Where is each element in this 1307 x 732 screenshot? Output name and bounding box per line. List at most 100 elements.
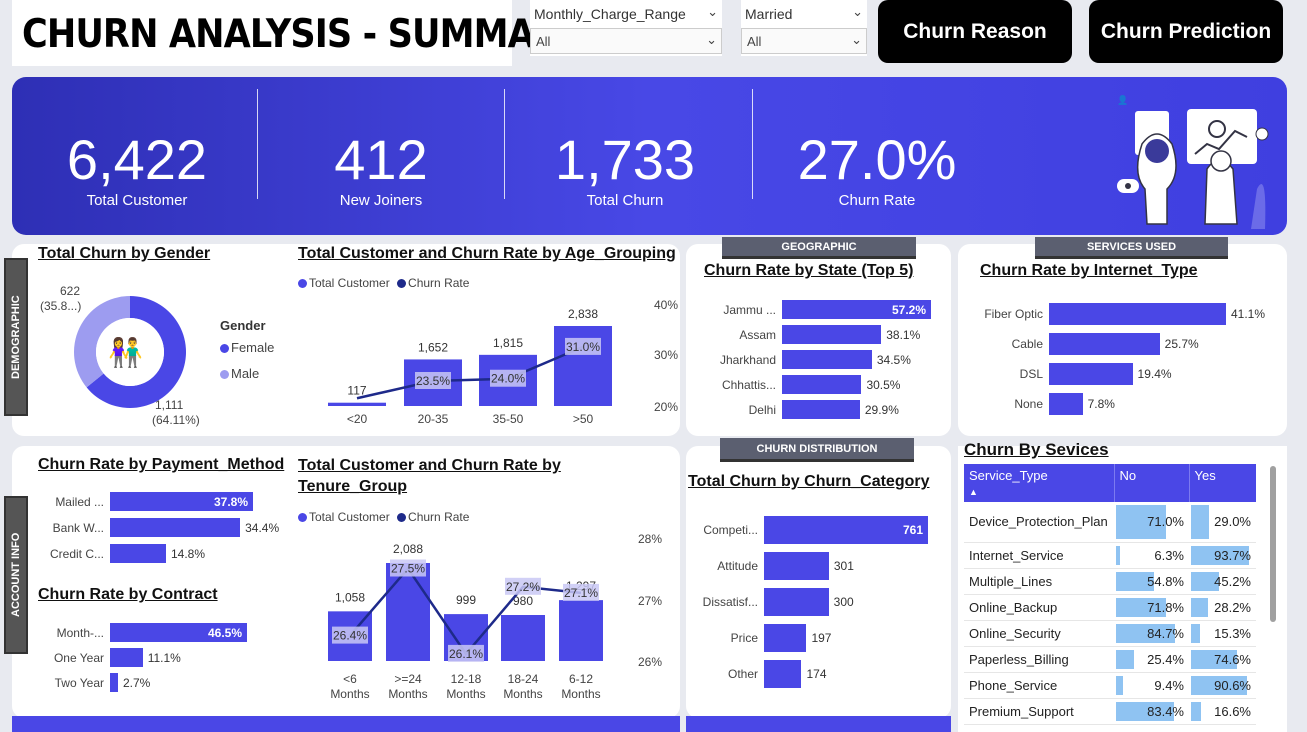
percent-value: 16.6% xyxy=(1214,703,1251,719)
bar-category xyxy=(764,552,829,580)
churn-prediction-button[interactable]: Churn Prediction xyxy=(1089,0,1283,63)
bar-internet xyxy=(1049,363,1133,385)
table-row[interactable]: Phone_Service 9.4% 90.6% xyxy=(964,672,1256,699)
rate-label: 24.0% xyxy=(491,372,525,386)
service-name-cell: Premium_Support xyxy=(964,698,1114,725)
geographic-tag: GEOGRAPHIC xyxy=(722,237,916,259)
bar-payment xyxy=(110,518,241,537)
married-slicer[interactable]: Married ⌄ All ⌄ xyxy=(741,0,867,56)
bottom-strip xyxy=(686,716,951,732)
bar-value-label: 41.1% xyxy=(1231,307,1266,321)
percent-value: 71.0% xyxy=(1147,514,1184,530)
services-table-title: Churn By Sevices xyxy=(964,440,1109,459)
x-tick-label: Months xyxy=(388,687,427,701)
axis-tick: 30% xyxy=(654,348,679,362)
x-tick-label: >=24 xyxy=(394,672,422,686)
table-row[interactable]: Device_Protection_Plan 71.0% 29.0% xyxy=(964,502,1256,543)
data-bar xyxy=(1116,545,1121,565)
kpi-value: 412 xyxy=(334,128,428,191)
x-tick-label: Months xyxy=(503,687,542,701)
legend-dot xyxy=(397,513,407,522)
bar-tenure xyxy=(386,563,430,661)
kpi-label: Total Customer xyxy=(86,192,188,209)
column-header-no[interactable]: No xyxy=(1113,464,1189,502)
data-label: 1,815 xyxy=(493,336,523,350)
churn-reason-button[interactable]: Churn Reason xyxy=(878,0,1072,63)
slicer-dropdown[interactable]: All ⌄ xyxy=(741,28,867,54)
table-scrollbar[interactable] xyxy=(1270,466,1276,622)
bar-category-label: Jammu ... xyxy=(723,302,776,317)
service-name-cell: Device_Protection_Plan xyxy=(964,502,1114,543)
table-row[interactable]: Internet_Service 6.3% 93.7% xyxy=(964,542,1256,569)
rate-label: 26.4% xyxy=(333,629,367,643)
percent-value: 6.3% xyxy=(1154,547,1184,563)
bar-category-label: Month-... xyxy=(56,625,104,640)
bar-<20 xyxy=(328,402,386,406)
chevron-down-icon[interactable]: ⌄ xyxy=(852,4,863,20)
percent-value: 15.3% xyxy=(1214,625,1251,641)
bar-category-label: Other xyxy=(727,667,758,681)
monthly-charge-slicer[interactable]: Monthly_Charge_Range ⌄ All ⌄ xyxy=(530,0,722,56)
churn-distribution-tag: CHURN DISTRIBUTION xyxy=(720,438,914,462)
churn-rate-line xyxy=(356,345,584,400)
bar-value-label: 7.8% xyxy=(1087,397,1115,411)
page-title: CHURN ANALYSIS - SUMMARY xyxy=(22,12,584,57)
bar-value-label: 37.8% xyxy=(213,494,248,509)
bar-value-label: 29.9% xyxy=(864,402,899,417)
state-bar-chart: Jammu ... 57.2% Assam 38.1% Jharkhand 34.5% Ch… xyxy=(690,300,948,425)
svg-text:👤: 👤 xyxy=(1117,94,1128,106)
percent-cell-no: 71.0% xyxy=(1114,502,1189,543)
table-row[interactable]: Online_Security 84.7% 15.3% xyxy=(964,620,1256,647)
percent-cell-no: 25.4% xyxy=(1114,646,1189,673)
chevron-down-icon[interactable]: ⌄ xyxy=(706,32,717,48)
legend-label: Total Customer xyxy=(309,510,390,524)
table-row[interactable]: Paperless_Billing 25.4% 74.6% xyxy=(964,646,1256,673)
bar-category-label: Price xyxy=(730,631,758,645)
percent-cell-no: 71.8% xyxy=(1114,594,1189,621)
legend-dot xyxy=(220,344,229,353)
bar-category xyxy=(764,660,802,688)
chevron-down-icon[interactable]: ⌄ xyxy=(851,32,862,48)
percent-cell-no: 54.8% xyxy=(1114,568,1189,595)
percent-cell-yes: 28.2% xyxy=(1189,594,1256,621)
data-bar xyxy=(1116,675,1123,695)
column-header-yes[interactable]: Yes xyxy=(1188,464,1256,502)
column-header-service[interactable]: Service_Type ▲ xyxy=(964,464,1114,502)
data-label: 2,838 xyxy=(568,307,598,321)
x-tick-label: Months xyxy=(330,687,369,701)
rate-label: 27.1% xyxy=(564,586,598,600)
kpi-banner: 6,422 Total Customer 412 New Joiners 1,7… xyxy=(12,77,1287,235)
bar-value-label: 19.4% xyxy=(1137,367,1172,381)
bar-state xyxy=(782,375,862,394)
bar-category-label: Assam xyxy=(739,327,776,342)
legend-dot xyxy=(298,513,307,522)
bar-category-label: Delhi xyxy=(748,402,776,417)
percent-value: 28.2% xyxy=(1214,599,1251,615)
bar-value-label: 761 xyxy=(902,523,923,537)
sort-ascending-icon[interactable]: ▲ xyxy=(969,487,978,497)
chevron-down-icon[interactable]: ⌄ xyxy=(707,4,718,20)
bar-contract xyxy=(110,673,118,692)
legend-label: Churn Rate xyxy=(408,510,470,524)
slicer-dropdown[interactable]: All ⌄ xyxy=(530,28,722,54)
x-tick-label: 6-12 xyxy=(569,672,593,686)
axis-tick: 40% xyxy=(654,298,679,312)
male-pct-label: (35.8...) xyxy=(40,299,82,313)
bar-category xyxy=(764,588,829,616)
x-tick-label: 18-24 xyxy=(508,672,539,686)
x-tick-label: Months xyxy=(561,687,600,701)
bar-category-label: DSL xyxy=(1019,367,1043,381)
percent-cell-yes: 74.6% xyxy=(1189,646,1256,673)
table-row[interactable]: Multiple_Lines 54.8% 45.2% xyxy=(964,568,1256,595)
axis-tick: 26% xyxy=(638,655,663,669)
percent-value: 93.7% xyxy=(1214,547,1251,563)
percent-cell-yes: 93.7% xyxy=(1189,542,1256,569)
percent-value: 71.8% xyxy=(1147,599,1184,615)
table-row[interactable]: Premium_Support 83.4% 16.6% xyxy=(964,698,1256,725)
data-label: 1,652 xyxy=(418,340,448,354)
bar-value-label: 300 xyxy=(833,595,854,609)
analytics-illustration-icon: 👤 xyxy=(1117,94,1269,229)
bar-value-label: 11.1% xyxy=(147,650,181,665)
x-tick-label: 12-18 xyxy=(451,672,482,686)
table-row[interactable]: Online_Backup 71.8% 28.2% xyxy=(964,594,1256,621)
